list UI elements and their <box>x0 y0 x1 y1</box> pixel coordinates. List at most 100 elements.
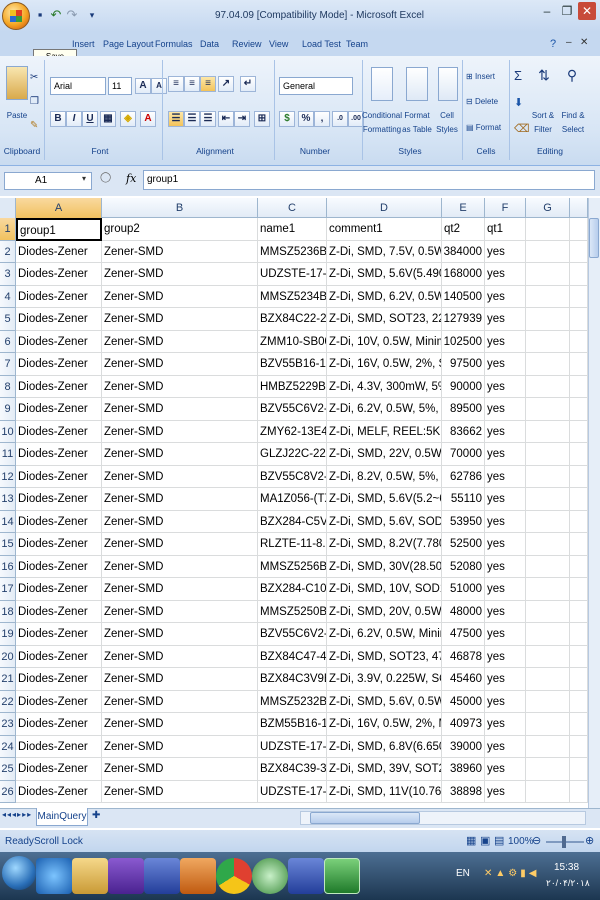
tab-data[interactable]: Data <box>200 39 219 49</box>
cell-col-d[interactable]: Z-Di, SMD, 11V(10.760-11.220) <box>327 780 442 803</box>
cell-col-d[interactable]: Z-Di, SMD, 5.6V, 0.5W, SOD123 <box>327 690 442 713</box>
cell-col-a[interactable]: Diodes-Zener <box>16 735 102 758</box>
empty-cell[interactable] <box>570 735 588 758</box>
cell-col-c[interactable]: RLZTE-11-8.2B-8.2 <box>258 533 327 556</box>
cell-col-b[interactable]: Zener-SMD <box>102 510 258 533</box>
empty-cell[interactable] <box>570 645 588 668</box>
select-all-button[interactable] <box>0 198 16 218</box>
row-header[interactable]: 4 <box>0 285 16 308</box>
row-header[interactable]: 19 <box>0 623 16 646</box>
page-layout-view-icon[interactable]: ▣ <box>480 834 490 847</box>
cell-col-a[interactable]: Diodes-Zener <box>16 465 102 488</box>
cell-col-f[interactable]: yes <box>485 690 526 713</box>
delete-cells-button[interactable]: ⊟ Delete <box>466 97 506 107</box>
cell-col-e[interactable]: 47500 <box>442 623 485 646</box>
cell-col-c[interactable]: HMBZ5229B-4.3V <box>258 375 327 398</box>
cell-col-a[interactable]: Diodes-Zener <box>16 420 102 443</box>
cell-col-a[interactable]: Diodes-Zener <box>16 578 102 601</box>
cell-col-e[interactable]: 40973 <box>442 713 485 736</box>
grow-font-button[interactable]: A <box>135 78 151 94</box>
cell-col-e[interactable]: 90000 <box>442 375 485 398</box>
cell-col-a[interactable]: Diodes-Zener <box>16 758 102 781</box>
empty-cell[interactable] <box>570 218 588 241</box>
vertical-scrollbar[interactable] <box>588 198 600 808</box>
align-top-icon[interactable]: ≡ <box>168 76 184 92</box>
row-header[interactable]: 18 <box>0 600 16 623</box>
cell-col-d[interactable]: Z-Di, 4.3V, 300mW, 5%, SOT23 <box>327 375 442 398</box>
cell-col-a[interactable]: Diodes-Zener <box>16 263 102 286</box>
row-header[interactable]: 26 <box>0 780 16 803</box>
cell-col-e[interactable]: 62786 <box>442 465 485 488</box>
cell-col-f[interactable]: yes <box>485 285 526 308</box>
close-icon[interactable]: ✕ <box>578 2 596 20</box>
copy-icon[interactable]: ❐ <box>30 96 39 107</box>
row-header[interactable]: 20 <box>0 645 16 668</box>
cell-col-b[interactable]: Zener-SMD <box>102 488 258 511</box>
cell-col-f[interactable]: yes <box>485 240 526 263</box>
empty-cell[interactable] <box>526 353 570 376</box>
normal-view-icon[interactable]: ▦ <box>466 834 476 847</box>
cell-col-b[interactable]: Zener-SMD <box>102 713 258 736</box>
empty-cell[interactable] <box>570 285 588 308</box>
empty-cell[interactable] <box>570 510 588 533</box>
conditional-formatting-icon[interactable] <box>371 67 393 101</box>
cell-col-d[interactable]: Z-Di, SMD, SOT23, 47V, 5%, T <box>327 645 442 668</box>
row-header[interactable]: 22 <box>0 690 16 713</box>
cell-col-e[interactable]: 38960 <box>442 758 485 781</box>
shrink-font-button[interactable]: A <box>151 78 167 94</box>
cell-col-d[interactable]: Z-Di, 3.9V, 0.225W, SOT23, G <box>327 668 442 691</box>
cell-col-f[interactable]: yes <box>485 668 526 691</box>
cell-col-d[interactable]: Z-Di, SMD, 5.6V(5.490-5.730), <box>327 263 442 286</box>
row-header[interactable]: 9 <box>0 398 16 421</box>
bold-button[interactable]: B <box>50 111 66 127</box>
autosum-button[interactable]: Σ <box>514 68 522 83</box>
cell-col-c[interactable]: MMSZ5236B-7.5V <box>258 240 327 263</box>
tab-review[interactable]: Review <box>232 39 262 49</box>
cell-col-c[interactable]: BZV55B16-16V0.5 <box>258 353 327 376</box>
cell-col-e[interactable]: 384000 <box>442 240 485 263</box>
cell-col-e[interactable]: 127939 <box>442 308 485 331</box>
name-box[interactable]: A1 <box>4 172 92 190</box>
cell-col-d[interactable]: Z-Di, SMD, 20V, 0.5W, Marking <box>327 600 442 623</box>
empty-cell[interactable] <box>526 578 570 601</box>
tab-view[interactable]: View <box>269 39 288 49</box>
cell-col-b[interactable]: Zener-SMD <box>102 263 258 286</box>
tab-page-layout[interactable]: Page Layout <box>103 39 154 49</box>
cell-col-d[interactable]: Z-Di, 10V, 0.5W, Minimelf, VISH <box>327 330 442 353</box>
column-header-e[interactable]: E <box>442 198 485 218</box>
tab-load-test[interactable]: Load Test <box>302 39 341 49</box>
cell-col-e[interactable]: 102500 <box>442 330 485 353</box>
cell-col-a[interactable]: Diodes-Zener <box>16 443 102 466</box>
fill-icon[interactable]: ⬇ <box>514 96 523 109</box>
cell-col-a[interactable]: group1 <box>16 218 102 241</box>
cell-col-b[interactable]: Zener-SMD <box>102 758 258 781</box>
fill-color-icon[interactable]: ◈ <box>120 111 136 127</box>
empty-cell[interactable] <box>526 443 570 466</box>
cell-col-e[interactable]: 52080 <box>442 555 485 578</box>
cell-col-c[interactable]: BZV55C8V2-8.2V <box>258 465 327 488</box>
workbook-close-icon[interactable]: ✕ <box>580 37 588 48</box>
cell-col-d[interactable]: Z-Di, SMD, 6.8V(6.650-6.930), <box>327 735 442 758</box>
row-header[interactable]: 3 <box>0 263 16 286</box>
cell-col-f[interactable]: yes <box>485 645 526 668</box>
sheet-nav-icon[interactable]: ◂◂◂▸▸▸ <box>2 810 32 819</box>
empty-cell[interactable] <box>526 623 570 646</box>
cell-col-c[interactable]: BZX84C39-39VSO <box>258 758 327 781</box>
row-header[interactable]: 7 <box>0 353 16 376</box>
cell-col-f[interactable]: yes <box>485 488 526 511</box>
cell-col-c[interactable]: UDZSTE-17-6.8B <box>258 735 327 758</box>
cell-col-e[interactable]: 51000 <box>442 578 485 601</box>
cell-col-c[interactable]: BZV55C6V2-6.2V <box>258 623 327 646</box>
cell-col-b[interactable]: Zener-SMD <box>102 353 258 376</box>
cell-col-b[interactable]: Zener-SMD <box>102 465 258 488</box>
cell-col-c[interactable]: ZMM10-SB00014 <box>258 330 327 353</box>
language-indicator[interactable]: EN <box>456 868 470 879</box>
cell-col-b[interactable]: Zener-SMD <box>102 555 258 578</box>
orientation-icon[interactable]: ↗ <box>218 76 234 92</box>
media-player-icon[interactable] <box>180 858 216 894</box>
empty-cell[interactable] <box>570 578 588 601</box>
empty-cell[interactable] <box>570 488 588 511</box>
cell-col-e[interactable]: 70000 <box>442 443 485 466</box>
empty-cell[interactable] <box>526 533 570 556</box>
cell-col-c[interactable]: BZV55C6V2-6.2V <box>258 398 327 421</box>
